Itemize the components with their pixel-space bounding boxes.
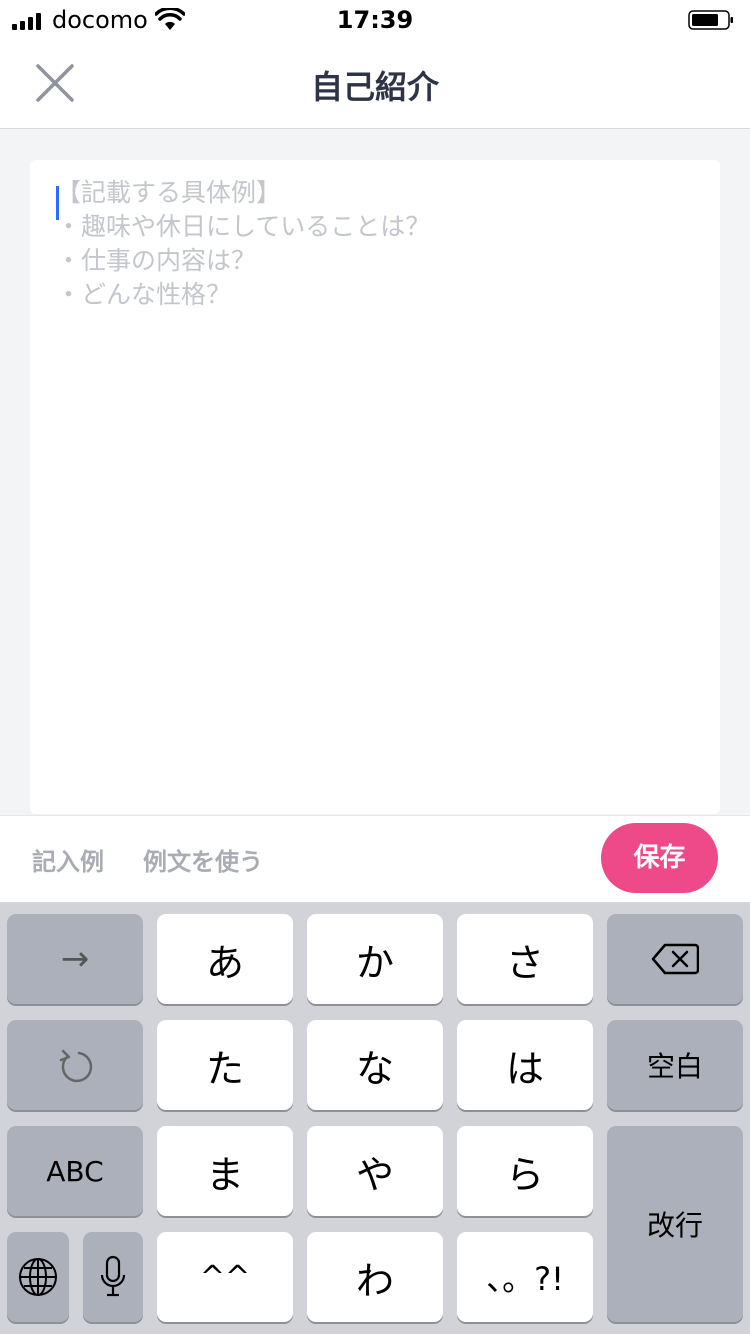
arrow-right-icon: → [60, 939, 90, 979]
key-kaomoji[interactable]: ^^ [157, 1232, 293, 1322]
page-title: 自己紹介 [310, 68, 439, 106]
key-arrow-right[interactable]: → [7, 914, 143, 1004]
key-undo[interactable] [7, 1020, 143, 1110]
key-return[interactable]: 改行 [607, 1126, 743, 1322]
navigation-bar: 自己紹介 [0, 40, 750, 129]
status-time: 17:39 [336, 6, 414, 34]
use-example-link[interactable]: 例文を使う [143, 842, 263, 877]
editor-toolbar: 記入例 例文を使う 保存 [0, 815, 750, 903]
key-abc[interactable]: ABC [7, 1126, 143, 1216]
key-ha[interactable]: は [457, 1020, 593, 1110]
battery-icon [688, 10, 733, 30]
key-ra[interactable]: ら [457, 1126, 593, 1216]
key-globe[interactable] [7, 1232, 69, 1322]
key-mic[interactable] [83, 1232, 143, 1322]
microphone-icon [100, 1255, 126, 1297]
content-area: 【記載する具体例】 ・趣味や休日にしていることは？ ・仕事の内容は？ ・どんな性… [0, 129, 750, 815]
key-na[interactable]: な [307, 1020, 443, 1110]
backspace-icon [651, 943, 699, 975]
status-bar: docomo 17:39 [0, 0, 750, 40]
key-punctuation[interactable]: 、。?! [457, 1232, 593, 1322]
key-delete[interactable] [607, 914, 743, 1004]
self-intro-textarea[interactable]: 【記載する具体例】 ・趣味や休日にしていることは？ ・仕事の内容は？ ・どんな性… [30, 160, 720, 814]
key-ya[interactable]: や [307, 1126, 443, 1216]
keyboard: → あ か さ た な は 空白 ABC ま や ら 改行 ^^ わ 、。?! [0, 902, 750, 1334]
key-wa[interactable]: わ [307, 1232, 443, 1322]
undo-icon [59, 1049, 93, 1083]
key-ka[interactable]: か [307, 914, 443, 1004]
key-sa[interactable]: さ [457, 914, 593, 1004]
key-a[interactable]: あ [157, 914, 293, 1004]
save-button[interactable]: 保存 [601, 823, 718, 893]
key-ma[interactable]: ま [157, 1126, 293, 1216]
globe-icon [19, 1258, 57, 1296]
textarea-placeholder: 【記載する具体例】 ・趣味や休日にしていることは？ ・仕事の内容は？ ・どんな性… [56, 178, 431, 309]
key-space[interactable]: 空白 [607, 1020, 743, 1110]
key-ta[interactable]: た [157, 1020, 293, 1110]
example-link[interactable]: 記入例 [32, 842, 104, 877]
